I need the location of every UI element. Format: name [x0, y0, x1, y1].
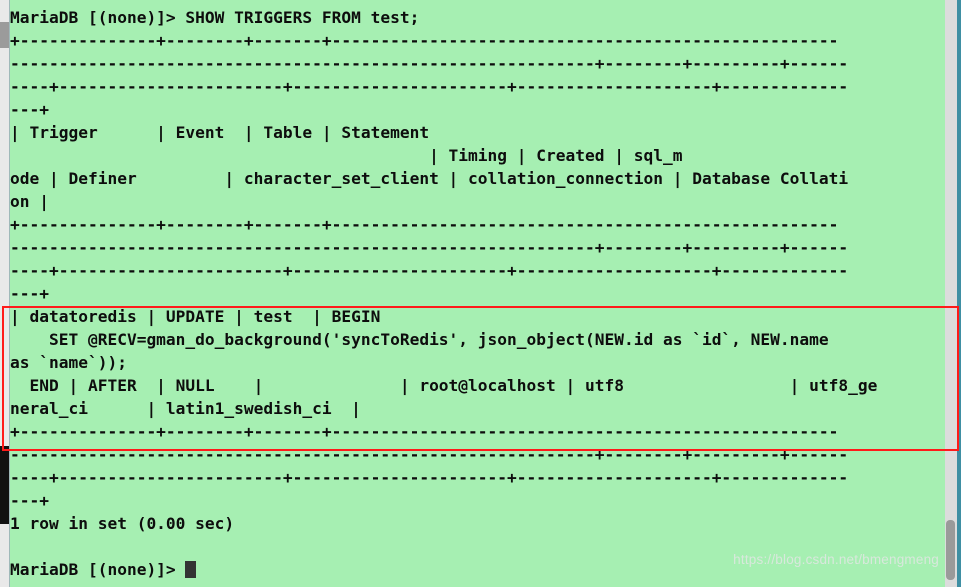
- terminal-line: ---+: [10, 284, 49, 303]
- terminal-line: | Timing | Created | sql_m: [10, 146, 683, 165]
- terminal-line: neral_ci | latin1_swedish_ci |: [10, 399, 361, 418]
- terminal-line: ---+: [10, 100, 49, 119]
- terminal-line: +--------------+--------+-------+-------…: [10, 31, 839, 50]
- terminal-line: ----+-----------------------+-----------…: [10, 468, 849, 487]
- left-scrollbar-dark-segment: [0, 446, 9, 524]
- terminal-line: 1 row in set (0.00 sec): [10, 514, 235, 533]
- terminal-line: as `name`));: [10, 353, 127, 372]
- terminal-line: ----+-----------------------+-----------…: [10, 261, 849, 280]
- vertical-scrollbar-track[interactable]: [945, 0, 957, 587]
- terminal-line: SET @RECV=gman_do_background('syncToRedi…: [10, 330, 829, 349]
- left-scrollbar-thumb[interactable]: [0, 22, 9, 48]
- terminal-window: MariaDB [(none)]> SHOW TRIGGERS FROM tes…: [0, 0, 961, 587]
- terminal-line: +--------------+--------+-------+-------…: [10, 215, 839, 234]
- terminal-line: on |: [10, 192, 49, 211]
- terminal-line: ode | Definer | character_set_client | c…: [10, 169, 849, 188]
- terminal-line: ----------------------------------------…: [10, 54, 849, 73]
- terminal-line: +--------------+--------+-------+-------…: [10, 422, 839, 441]
- terminal-line: ----------------------------------------…: [10, 238, 849, 257]
- terminal-line: | datatoredis | UPDATE | test | BEGIN: [10, 307, 381, 326]
- window-right-edge: [957, 0, 961, 587]
- terminal-line: END | AFTER | NULL | | root@localhost | …: [10, 376, 878, 395]
- watermark-text: https://blog.csdn.net/bmengmeng: [733, 552, 939, 567]
- terminal-line: ----------------------------------------…: [10, 445, 849, 464]
- terminal-line-list: MariaDB [(none)]> SHOW TRIGGERS FROM tes…: [10, 6, 945, 581]
- terminal-output-surface[interactable]: MariaDB [(none)]> SHOW TRIGGERS FROM tes…: [10, 0, 945, 587]
- terminal-line: ---+: [10, 491, 49, 510]
- cursor-block: [185, 561, 197, 578]
- left-scrollbar-track[interactable]: [0, 0, 10, 587]
- terminal-line: MariaDB [(none)]> SHOW TRIGGERS FROM tes…: [10, 8, 420, 27]
- terminal-line: ----+-----------------------+-----------…: [10, 77, 849, 96]
- terminal-line: | Trigger | Event | Table | Statement: [10, 123, 430, 142]
- vertical-scrollbar-thumb[interactable]: [946, 520, 955, 580]
